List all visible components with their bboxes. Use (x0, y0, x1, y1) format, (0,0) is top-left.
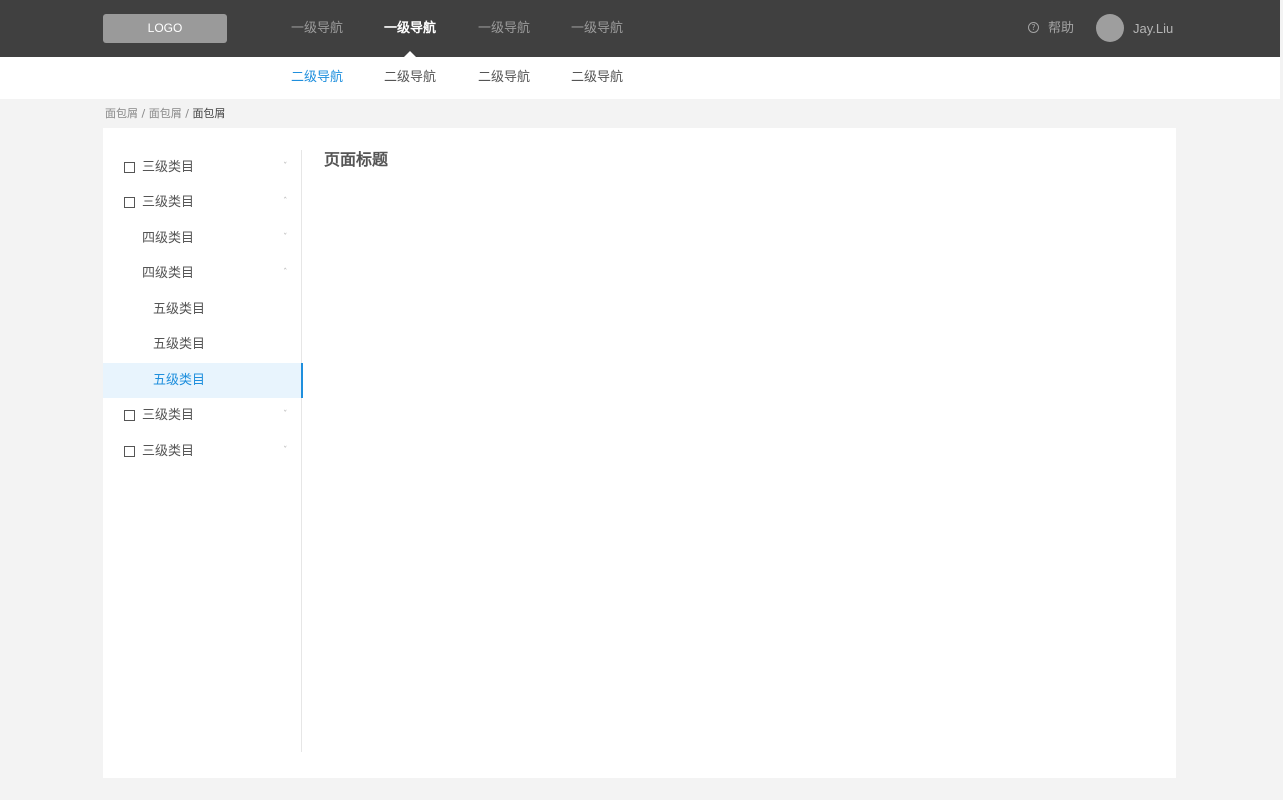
chevron-down-icon[interactable]: ˇ (283, 221, 288, 256)
sidebar-item-level3[interactable]: 三级类目 ˇ (103, 150, 302, 185)
content-card: 三级类目 ˇ 三级类目 ˆ 四级类目 ˇ 四级类目 ˆ 五级类目 五级类目 五级… (103, 128, 1176, 778)
sidebar-item-label: 三级类目 (142, 195, 195, 210)
sidebar-item-label: 五级类目 (153, 373, 206, 388)
logo[interactable]: LOGO (103, 14, 227, 43)
chevron-up-icon[interactable]: ˆ (283, 256, 288, 291)
breadcrumb-separator: / (141, 107, 146, 120)
sidebar-item-level4[interactable]: 四级类目 ˇ (103, 221, 302, 256)
checkbox[interactable] (124, 410, 135, 421)
breadcrumb-separator: / (185, 107, 189, 120)
sidebar-item-level5-selected[interactable]: 五级类目 (103, 363, 303, 398)
sidebar-item-level5[interactable]: 五级类目 (103, 327, 302, 362)
sidebar-item-label: 四级类目 (142, 231, 195, 246)
breadcrumb: 面包屑 / 面包屑 / 面包屑 (105, 106, 225, 122)
chevron-down-icon[interactable]: ˇ (283, 150, 288, 185)
sidebar-item-label: 五级类目 (153, 302, 206, 317)
sidebar-item-level3[interactable]: 三级类目 ˇ (103, 398, 302, 433)
primary-nav-item-3[interactable]: 一级导航 (478, 0, 530, 57)
chevron-down-icon[interactable]: ˇ (283, 434, 288, 469)
checkbox[interactable] (124, 197, 135, 208)
secondary-nav-item-2[interactable]: 二级导航 (384, 57, 436, 99)
help-link[interactable]: ? 帮助 (1028, 0, 1074, 57)
secondary-nav-item-3[interactable]: 二级导航 (478, 57, 530, 99)
checkbox[interactable] (124, 162, 135, 173)
chevron-down-icon[interactable]: ˇ (283, 398, 288, 433)
sidebar-item-level3-expanded[interactable]: 三级类目 ˆ (103, 185, 302, 220)
secondary-nav-item-4[interactable]: 二级导航 (571, 57, 623, 99)
sidebar-item-label: 三级类目 (142, 444, 195, 459)
help-label: 帮助 (1048, 21, 1075, 36)
category-sidebar: 三级类目 ˇ 三级类目 ˆ 四级类目 ˇ 四级类目 ˆ 五级类目 五级类目 五级… (103, 150, 303, 752)
sidebar-item-label: 四级类目 (142, 266, 195, 281)
primary-nav-item-1[interactable]: 一级导航 (291, 0, 343, 57)
username[interactable]: Jay.Liu (1133, 0, 1173, 57)
sidebar-item-label: 五级类目 (153, 337, 206, 352)
sidebar-item-level3[interactable]: 三级类目 ˇ (103, 434, 302, 469)
checkbox[interactable] (124, 446, 135, 457)
avatar[interactable] (1096, 14, 1124, 42)
sidebar-item-level5[interactable]: 五级类目 (103, 292, 302, 327)
sidebar-item-label: 三级类目 (142, 408, 195, 423)
question-circle-icon: ? (1028, 22, 1039, 33)
primary-nav-item-2-active[interactable]: 一级导航 (384, 0, 436, 57)
sidebar-item-label: 三级类目 (142, 160, 195, 175)
primary-nav-item-4[interactable]: 一级导航 (571, 0, 623, 57)
secondary-navigation-bar: 二级导航 二级导航 二级导航 二级导航 (0, 57, 1280, 99)
breadcrumb-item-2[interactable]: 面包屑 (149, 107, 182, 120)
page-title: 页面标题 (324, 150, 389, 169)
top-navigation-bar: LOGO 一级导航 一级导航 一级导航 一级导航 ? 帮助 Jay.Liu (0, 0, 1280, 57)
breadcrumb-item-1[interactable]: 面包屑 (105, 107, 138, 120)
breadcrumb-current: 面包屑 (192, 107, 226, 120)
secondary-nav-item-1-active[interactable]: 二级导航 (291, 57, 343, 99)
sidebar-item-level4-expanded[interactable]: 四级类目 ˆ (103, 256, 302, 291)
chevron-up-icon[interactable]: ˆ (283, 185, 288, 220)
